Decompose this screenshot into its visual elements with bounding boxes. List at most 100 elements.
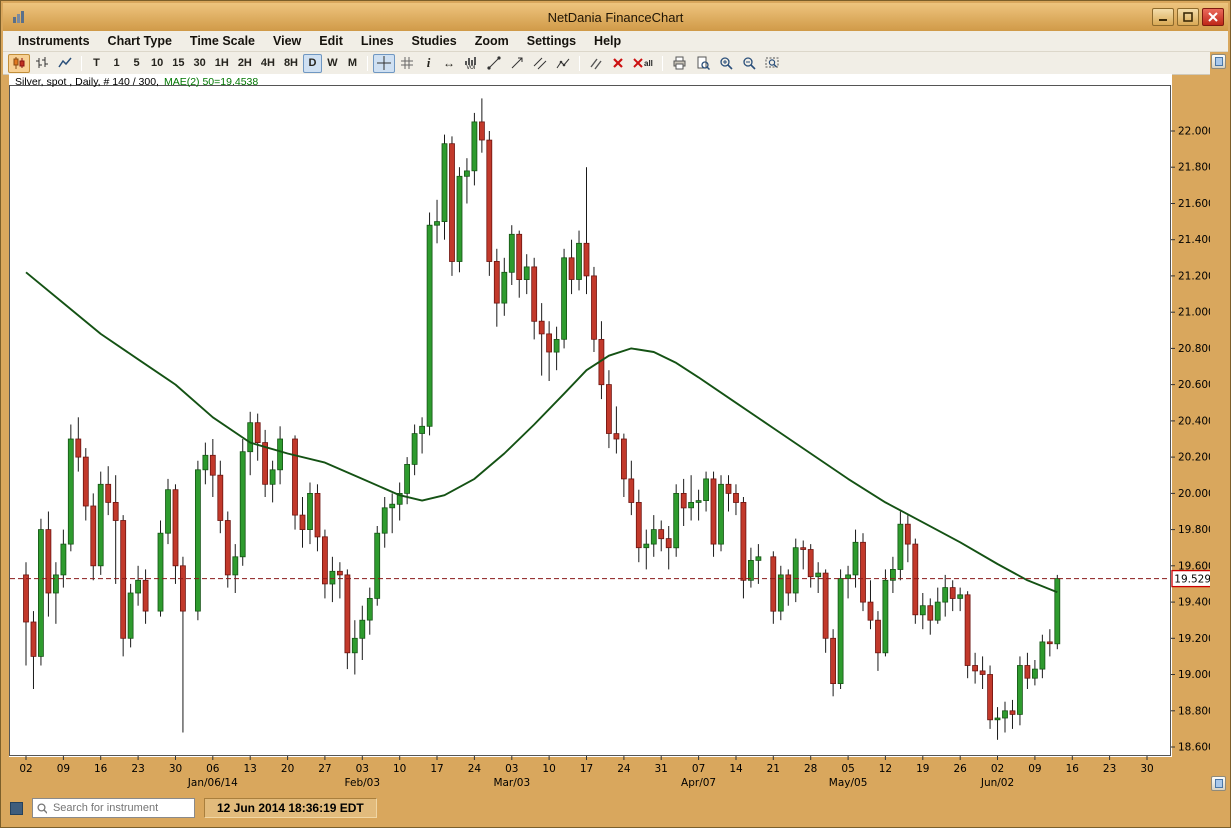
timeframe-monthly-button[interactable]: M bbox=[343, 54, 362, 73]
timeframe-tick-button[interactable]: T bbox=[87, 54, 106, 73]
delete-all-icon-label: all bbox=[644, 59, 653, 68]
svg-text:Jan/06/14: Jan/06/14 bbox=[187, 777, 238, 789]
menu-help[interactable]: Help bbox=[585, 32, 630, 50]
zoom-in-button[interactable] bbox=[715, 54, 737, 73]
main-toolbar: T 1 5 10 15 30 1H 2H 4H 8H D W M i ↔ vol bbox=[3, 52, 1228, 75]
svg-text:20.8000: 20.8000 bbox=[1178, 343, 1213, 355]
toolbar-separator bbox=[662, 56, 663, 71]
print-preview-button[interactable] bbox=[692, 54, 714, 73]
volume-button[interactable]: vol bbox=[460, 54, 482, 73]
scroll-top-button[interactable] bbox=[1211, 54, 1226, 69]
svg-text:16: 16 bbox=[94, 763, 108, 775]
zoom-out-button[interactable] bbox=[738, 54, 760, 73]
menu-edit[interactable]: Edit bbox=[310, 32, 352, 50]
polyline-tool-button[interactable] bbox=[552, 54, 574, 73]
delete-all-lines-button[interactable]: all bbox=[629, 54, 657, 73]
search-icon bbox=[37, 803, 47, 814]
ray-line-button[interactable] bbox=[506, 54, 528, 73]
timeframe-5m-button[interactable]: 5 bbox=[127, 54, 146, 73]
grid-button[interactable] bbox=[396, 54, 418, 73]
svg-text:10: 10 bbox=[393, 763, 406, 775]
svg-text:30: 30 bbox=[169, 763, 182, 775]
candlestick-chart-button[interactable] bbox=[8, 54, 30, 73]
title-bar[interactable]: NetDania FinanceChart bbox=[3, 3, 1228, 31]
svg-text:Jun/02: Jun/02 bbox=[980, 777, 1014, 789]
timeframe-30m-button[interactable]: 30 bbox=[190, 54, 210, 73]
svg-text:20: 20 bbox=[281, 763, 294, 775]
toolbar-separator bbox=[367, 56, 368, 71]
window-title: NetDania FinanceChart bbox=[3, 10, 1228, 25]
timeframe-10m-button[interactable]: 10 bbox=[147, 54, 167, 73]
menu-studies[interactable]: Studies bbox=[403, 32, 466, 50]
menu-chart-type[interactable]: Chart Type bbox=[99, 32, 181, 50]
svg-text:07: 07 bbox=[692, 763, 705, 775]
svg-text:21.0000: 21.0000 bbox=[1178, 307, 1213, 319]
menu-view[interactable]: View bbox=[264, 32, 310, 50]
timeframe-1h-button[interactable]: 1H bbox=[211, 54, 233, 73]
menu-lines[interactable]: Lines bbox=[352, 32, 403, 50]
panel-toggle-icon bbox=[1215, 57, 1223, 66]
svg-text:18.8000: 18.8000 bbox=[1178, 705, 1213, 717]
svg-text:19: 19 bbox=[916, 763, 929, 775]
right-scrollbar[interactable] bbox=[1210, 52, 1228, 793]
instrument-search-input[interactable] bbox=[51, 801, 190, 815]
svg-text:20.2000: 20.2000 bbox=[1178, 452, 1213, 464]
zoom-range-button[interactable] bbox=[761, 54, 784, 73]
svg-text:Feb/03: Feb/03 bbox=[345, 777, 381, 789]
svg-text:12: 12 bbox=[879, 763, 892, 775]
menu-settings[interactable]: Settings bbox=[518, 32, 585, 50]
crosshair-button[interactable] bbox=[373, 54, 395, 73]
svg-text:03: 03 bbox=[505, 763, 518, 775]
scroll-bottom-button[interactable] bbox=[1211, 776, 1226, 791]
svg-text:28: 28 bbox=[804, 763, 817, 775]
svg-text:19.5297: 19.5297 bbox=[1174, 573, 1213, 585]
status-grip-icon bbox=[10, 802, 23, 815]
svg-text:20.6000: 20.6000 bbox=[1178, 379, 1213, 391]
print-button[interactable] bbox=[668, 54, 691, 73]
chart-legend: Silver, spot , Daily, # 140 / 300, MAE(2… bbox=[15, 76, 258, 88]
price-chart-svg[interactable]: 22.000021.800021.600021.400021.200021.00… bbox=[9, 85, 1213, 791]
svg-text:18.6000: 18.6000 bbox=[1178, 742, 1213, 754]
parallel-lines-button[interactable] bbox=[585, 54, 607, 73]
legend-instrument-text: Silver, spot , Daily, # 140 / 300, bbox=[15, 76, 159, 88]
svg-text:Apr/07: Apr/07 bbox=[681, 777, 716, 789]
line-chart-button[interactable] bbox=[54, 54, 76, 73]
toolbar-separator bbox=[81, 56, 82, 71]
info-icon: i bbox=[427, 55, 431, 71]
timeframe-2h-button[interactable]: 2H bbox=[234, 54, 256, 73]
minimize-button[interactable] bbox=[1152, 8, 1174, 26]
instrument-search-box[interactable] bbox=[32, 798, 195, 818]
menu-zoom[interactable]: Zoom bbox=[466, 32, 518, 50]
timeframe-4h-button[interactable]: 4H bbox=[257, 54, 279, 73]
svg-text:09: 09 bbox=[57, 763, 70, 775]
svg-text:05: 05 bbox=[841, 763, 854, 775]
timestamp-text: 12 Jun 2014 18:36:19 EDT bbox=[217, 801, 364, 815]
parallel-channel-button[interactable] bbox=[529, 54, 551, 73]
trend-line-button[interactable] bbox=[483, 54, 505, 73]
svg-text:May/05: May/05 bbox=[829, 777, 868, 789]
svg-text:19.8000: 19.8000 bbox=[1178, 524, 1213, 536]
delete-line-button[interactable] bbox=[608, 54, 628, 73]
svg-text:26: 26 bbox=[954, 763, 968, 775]
panel-toggle-icon bbox=[1215, 779, 1223, 788]
timeframe-8h-button[interactable]: 8H bbox=[280, 54, 302, 73]
app-window: NetDania FinanceChart Instruments Chart … bbox=[0, 0, 1231, 828]
timeframe-daily-button[interactable]: D bbox=[303, 54, 322, 73]
svg-text:02: 02 bbox=[991, 763, 1004, 775]
svg-text:21.2000: 21.2000 bbox=[1178, 270, 1213, 282]
timeframe-weekly-button[interactable]: W bbox=[323, 54, 342, 73]
maximize-button[interactable] bbox=[1177, 8, 1199, 26]
ohlc-chart-button[interactable] bbox=[31, 54, 53, 73]
svg-text:14: 14 bbox=[729, 763, 743, 775]
svg-text:24: 24 bbox=[468, 763, 482, 775]
scroll-arrows-button[interactable]: ↔ bbox=[439, 54, 459, 73]
menu-time-scale[interactable]: Time Scale bbox=[181, 32, 264, 50]
info-button[interactable]: i bbox=[419, 54, 438, 73]
svg-text:27: 27 bbox=[318, 763, 331, 775]
svg-text:06: 06 bbox=[206, 763, 220, 775]
menu-instruments[interactable]: Instruments bbox=[9, 32, 99, 50]
svg-text:20.0000: 20.0000 bbox=[1178, 488, 1213, 500]
timeframe-1m-button[interactable]: 1 bbox=[107, 54, 126, 73]
close-button[interactable] bbox=[1202, 8, 1224, 26]
timeframe-15m-button[interactable]: 15 bbox=[168, 54, 188, 73]
